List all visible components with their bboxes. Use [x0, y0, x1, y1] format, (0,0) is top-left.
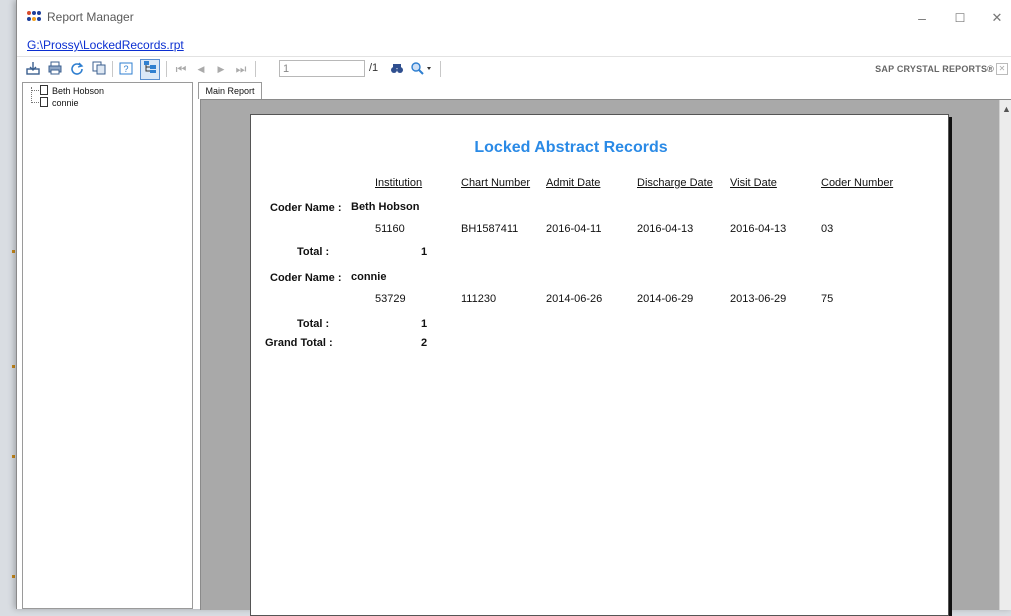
- group-name: connie: [351, 271, 387, 283]
- svg-text:?: ?: [123, 64, 128, 74]
- report-viewer: Locked Abstract Records Institution Char…: [200, 99, 1011, 616]
- report-path-link[interactable]: G:\Prossy\LockedRecords.rpt: [27, 38, 184, 52]
- column-header-chart-number: Chart Number: [461, 177, 531, 189]
- app-icon: [27, 11, 41, 23]
- scroll-up-icon[interactable]: ▲: [1002, 104, 1011, 114]
- column-header-admit-date: Admit Date: [546, 177, 601, 189]
- background-window-edge: [0, 0, 16, 609]
- toolbar-separator: [112, 61, 113, 77]
- last-page-icon[interactable]: ⏭: [233, 61, 249, 77]
- next-page-icon[interactable]: ▶: [213, 61, 229, 77]
- column-header-visit-date: Visit Date: [730, 177, 777, 189]
- cell-institution: 53729: [375, 293, 406, 305]
- page-total: /1: [369, 62, 379, 74]
- cell-admit-date: 2014-06-26: [546, 293, 603, 305]
- tab-main-report[interactable]: Main Report: [198, 82, 262, 99]
- report-manager-window: Report Manager – ☐ ✕ G:\Prossy\LockedRec…: [16, 0, 1011, 616]
- close-button[interactable]: ✕: [982, 6, 1011, 30]
- window-title: Report Manager: [47, 10, 134, 24]
- cell-coder-number: 03: [821, 223, 834, 235]
- tree-item-label: Beth Hobson: [52, 86, 105, 96]
- group-total-value: 1: [421, 246, 428, 258]
- cell-discharge-date: 2014-06-29: [637, 293, 694, 305]
- group-total-label: Total :: [297, 318, 330, 330]
- column-header-coder-number: Coder Number: [821, 177, 894, 189]
- cell-chart-number: 111230: [461, 293, 497, 305]
- toolbar-separator: [440, 61, 441, 77]
- viewer-toolbar: ? ⏮ ◀ ▶ ⏭ 1 /1 SAP CRYSTAL REPORTS® ✕: [17, 56, 1011, 82]
- tree-connector: [31, 90, 39, 91]
- cell-visit-date: 2016-04-13: [730, 223, 787, 235]
- minimize-button[interactable]: –: [907, 6, 937, 30]
- cell-chart-number: BH1587411: [461, 223, 519, 235]
- refresh-icon[interactable]: [69, 61, 85, 77]
- group-total-value: 1: [421, 318, 428, 330]
- report-title: Locked Abstract Records: [474, 139, 668, 156]
- group-label: Coder Name :: [270, 202, 342, 214]
- column-header-institution: Institution: [375, 177, 423, 189]
- maximize-button[interactable]: ☐: [945, 6, 975, 30]
- cell-institution: 51160: [375, 223, 405, 235]
- cell-visit-date: 2013-06-29: [730, 293, 787, 305]
- cell-admit-date: 2016-04-11: [546, 223, 602, 235]
- toolbar-separator: [255, 61, 256, 77]
- group-total-label: Total :: [297, 246, 330, 258]
- toolbar-separator: [166, 61, 167, 77]
- export-icon[interactable]: [25, 61, 41, 77]
- prev-page-icon[interactable]: ◀: [193, 61, 209, 77]
- grand-total-value: 2: [421, 337, 428, 349]
- vertical-scrollbar[interactable]: ▲: [999, 100, 1011, 610]
- close-icon[interactable]: ✕: [996, 63, 1008, 75]
- group-label: Coder Name :: [270, 272, 342, 284]
- print-icon[interactable]: [47, 61, 63, 77]
- tree-connector: [31, 102, 39, 103]
- document-icon: [40, 97, 48, 107]
- group-tree-panel: Beth Hobson connie: [22, 82, 193, 609]
- cell-discharge-date: 2016-04-13: [637, 223, 694, 235]
- title-bar: Report Manager – ☐ ✕: [17, 0, 1011, 36]
- document-icon: [40, 85, 48, 95]
- zoom-icon[interactable]: [409, 61, 435, 77]
- group-name: Beth Hobson: [351, 201, 420, 213]
- page-number-input[interactable]: 1: [279, 60, 365, 77]
- cell-coder-number: 75: [821, 293, 834, 305]
- group-tree-icon[interactable]: [140, 59, 160, 80]
- tree-item-connie[interactable]: connie: [40, 97, 79, 110]
- first-page-icon[interactable]: ⏮: [173, 61, 189, 77]
- grand-total-label: Grand Total :: [265, 337, 333, 349]
- help-icon[interactable]: ?: [118, 61, 134, 77]
- brand-label: SAP CRYSTAL REPORTS®: [875, 64, 994, 74]
- copy-icon[interactable]: [91, 61, 107, 77]
- column-header-discharge-date: Discharge Date: [637, 177, 713, 189]
- find-icon[interactable]: [389, 61, 405, 77]
- report-page: Locked Abstract Records Institution Char…: [250, 114, 949, 616]
- tree-item-label: connie: [52, 98, 79, 108]
